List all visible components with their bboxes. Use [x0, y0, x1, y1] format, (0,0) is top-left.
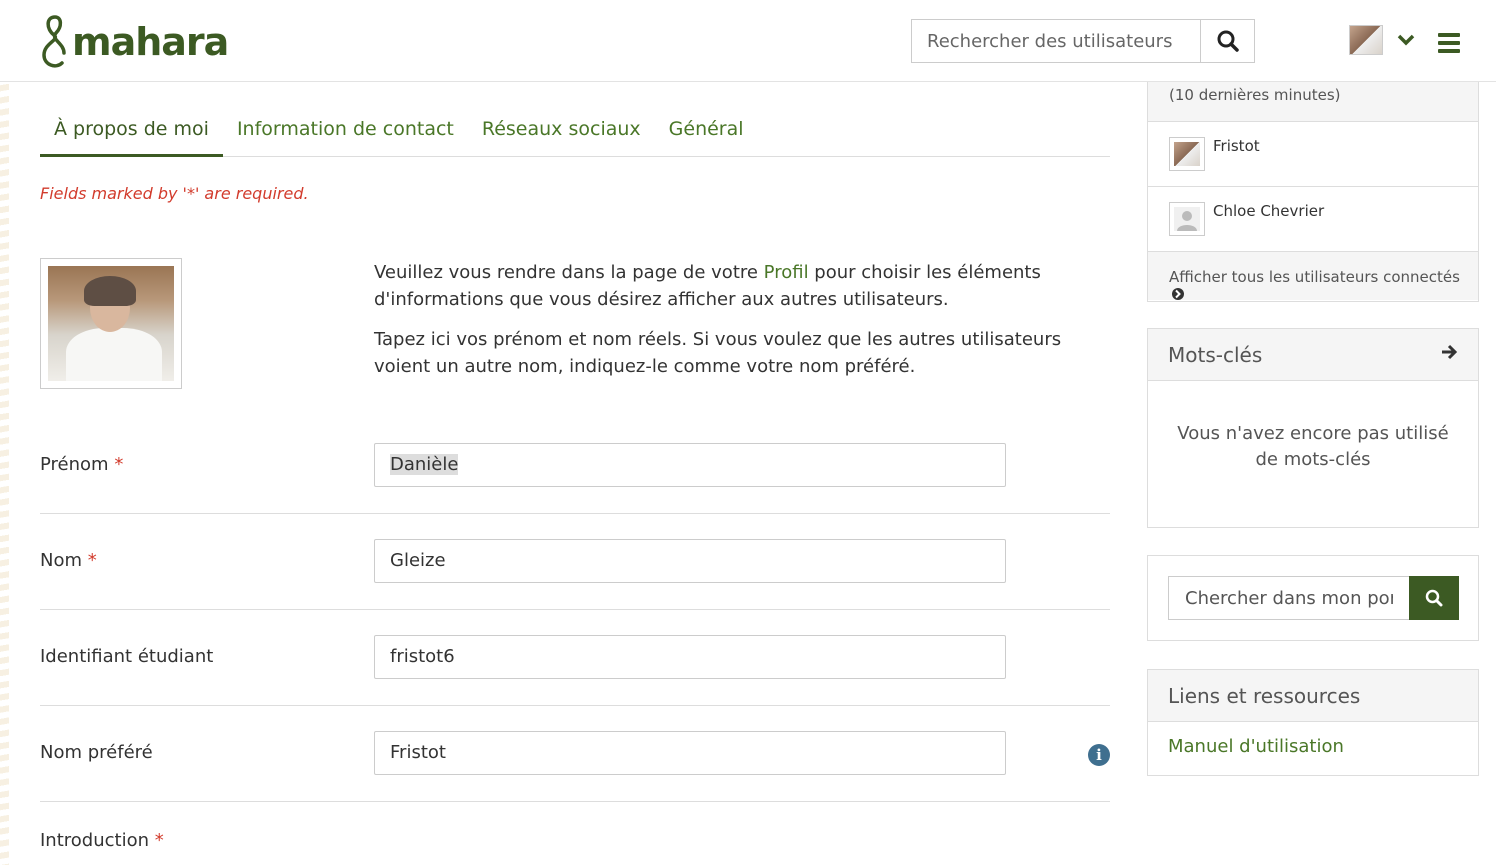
search-icon [1425, 589, 1443, 607]
firstname-label-text: Prénom [40, 454, 109, 475]
tab-contact-info[interactable]: Information de contact [223, 105, 468, 157]
preferredname-field[interactable]: Fristot [374, 731, 1006, 775]
mahara-logo[interactable]: mahara [40, 13, 229, 71]
logo-text: mahara [72, 20, 229, 64]
photo-hair [84, 276, 136, 306]
online-user-item[interactable]: Fristot [1148, 122, 1478, 187]
decorative-stripe [0, 0, 9, 865]
tags-header[interactable]: Mots-clés [1148, 329, 1478, 381]
search-icon [1217, 30, 1239, 52]
avatar [1169, 202, 1205, 236]
required-star: * [154, 830, 164, 851]
links-resources-title: Liens et ressources [1148, 670, 1478, 722]
tags-block: Mots-clés Vous n'avez encore pas utilisé… [1147, 328, 1479, 528]
lastname-row: Nom * Gleize [40, 514, 1110, 610]
user-manual-link[interactable]: Manuel d'utilisation [1148, 722, 1478, 757]
tab-about-me[interactable]: À propos de moi [40, 105, 223, 157]
profile-photo-image [48, 266, 174, 381]
photo-shirt [66, 328, 162, 381]
firstname-field[interactable]: Danièle [374, 443, 1006, 487]
menu-icon-bar [1438, 41, 1460, 45]
menu-icon-bar [1438, 49, 1460, 53]
studentid-field[interactable]: fristot6 [374, 635, 1006, 679]
lastname-field[interactable]: Gleize [374, 539, 1006, 583]
site-header: mahara [0, 0, 1496, 82]
online-user-item[interactable]: Chloe Chevrier [1148, 187, 1478, 252]
profile-photo[interactable] [40, 258, 182, 389]
avatar [1349, 25, 1383, 55]
online-user-name[interactable]: Fristot [1213, 137, 1260, 155]
info-icon[interactable]: i [1088, 744, 1110, 766]
firstname-row: Prénom * Danièle [40, 418, 1110, 514]
tags-empty-message: Vous n'avez encore pas utilisé de mots-c… [1177, 423, 1449, 470]
instructions-paragraph-1: Veuillez vous rendre dans la page de vot… [374, 259, 1114, 313]
studentid-row: Identifiant étudiant fristot6 [40, 610, 1110, 706]
user-search-input[interactable] [911, 19, 1200, 63]
main-menu-button[interactable] [1438, 33, 1460, 53]
avatar-image [1174, 142, 1200, 166]
portfolio-search-button[interactable] [1409, 576, 1459, 620]
profile-link[interactable]: Profil [764, 262, 809, 283]
portfolio-search-block [1147, 555, 1479, 641]
arrow-circle-right-icon [1172, 288, 1184, 300]
portfolio-search-input[interactable] [1168, 576, 1409, 620]
studentid-label: Identifiant étudiant [40, 646, 214, 667]
default-user-icon [1174, 207, 1200, 231]
required-star: * [114, 454, 124, 475]
lastname-label: Nom * [40, 550, 97, 571]
tags-title: Mots-clés [1168, 343, 1263, 367]
lastname-label-text: Nom [40, 550, 83, 571]
arrow-right-icon[interactable] [1440, 343, 1458, 361]
instructions-text: Veuillez vous rendre dans la page de vot… [374, 262, 764, 283]
introduction-row: Introduction * [40, 802, 1110, 865]
avatar [1169, 137, 1205, 171]
profile-instructions: Veuillez vous rendre dans la page de vot… [374, 259, 1114, 393]
required-fields-note: Fields marked by '*' are required. [40, 184, 309, 203]
profile-tabs: À propos de moi Information de contact R… [40, 105, 1110, 157]
introduction-label: Introduction * [40, 830, 164, 851]
instructions-paragraph-2: Tapez ici vos prénom et nom réels. Si vo… [374, 329, 1062, 377]
mahara-logo-icon [42, 15, 66, 68]
user-menu-toggle[interactable] [1349, 25, 1415, 55]
tab-general[interactable]: Général [655, 105, 758, 157]
introduction-label-text: Introduction [40, 830, 150, 851]
user-search [911, 19, 1255, 63]
links-resources-block: Liens et ressources Manuel d'utilisation [1147, 669, 1479, 776]
menu-icon-bar [1438, 33, 1460, 37]
tab-social-networks[interactable]: Réseaux sociaux [468, 105, 655, 157]
show-all-online-users-link[interactable]: Afficher tous les utilisateurs connectés [1148, 252, 1478, 300]
show-all-online-users-text: Afficher tous les utilisateurs connectés [1169, 268, 1460, 286]
online-user-name[interactable]: Chloe Chevrier [1213, 202, 1324, 220]
user-search-button[interactable] [1200, 19, 1255, 63]
preferredname-row: Nom préféré Fristot i [40, 706, 1110, 802]
firstname-value: Danièle [390, 454, 459, 475]
preferredname-label: Nom préféré [40, 742, 153, 763]
chevron-down-icon [1397, 34, 1415, 46]
online-users-block: (10 dernières minutes) Fristot Chloe Che… [1147, 70, 1479, 302]
required-star: * [87, 550, 97, 571]
firstname-label: Prénom * [40, 454, 123, 475]
